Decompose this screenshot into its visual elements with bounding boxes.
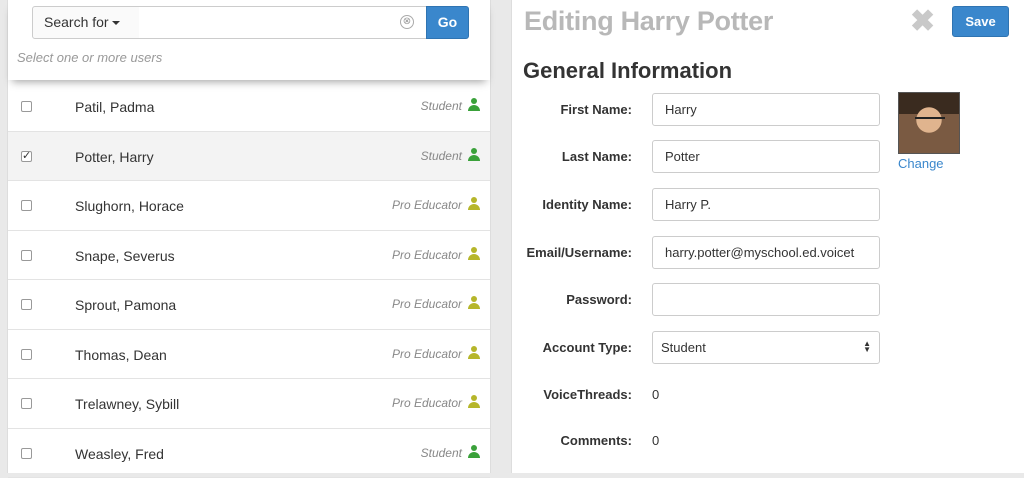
user-name: Slughorn, Horace [75,198,184,214]
select-arrows-icon: ▲▼ [863,341,871,353]
email-field[interactable]: harry.potter@myschool.ed.voicet [652,236,880,269]
last-name-field[interactable]: Potter [652,140,880,173]
user-role: Student [421,149,462,163]
user-name: Thomas, Dean [75,347,167,363]
change-avatar-link[interactable]: Change [898,156,944,171]
voicethreads-count: 0 [652,387,659,402]
account-type-value: Student [661,340,706,355]
go-button[interactable]: Go [426,6,469,39]
user-role: Pro Educator [392,396,462,410]
person-icon [468,98,480,112]
search-for-dropdown[interactable]: Search for [32,6,140,39]
person-icon [468,395,480,409]
user-role: Student [421,99,462,113]
user-checkbox[interactable] [21,398,32,409]
user-checkbox[interactable] [21,250,32,261]
comments-label: Comments: [560,433,632,448]
user-row[interactable]: Thomas, Dean Pro Educator [8,330,490,380]
user-list: Patil, Padma Student ✓ Potter, Harry Stu… [8,82,490,478]
user-role: Pro Educator [392,198,462,212]
identity-name-field[interactable]: Harry P. [652,188,880,221]
user-role: Student [421,446,462,460]
voicethreads-label: VoiceThreads: [543,387,632,402]
editor-panel: Editing Harry Potter ✖ Save General Info… [511,0,1024,473]
user-checkbox[interactable] [21,200,32,211]
account-type-label: Account Type: [543,340,632,355]
user-checkbox[interactable] [21,101,32,112]
avatar [898,92,960,154]
user-row[interactable]: ✓ Potter, Harry Student [8,132,490,182]
person-icon [468,148,480,162]
user-checkbox[interactable]: ✓ [21,151,32,162]
user-name: Sprout, Pamona [75,297,176,313]
email-label: Email/Username: [527,245,633,260]
user-row[interactable]: Patil, Padma Student [8,82,490,132]
user-row[interactable]: Snape, Severus Pro Educator [8,231,490,281]
account-type-select[interactable]: Student ▲▼ [652,331,880,364]
password-label: Password: [566,292,632,307]
user-row[interactable]: Weasley, Fred Student [8,429,490,478]
save-button[interactable]: Save [952,6,1009,37]
editor-title: Editing Harry Potter [524,6,773,37]
user-list-panel: Search for ⊗ Go Select one or more users… [7,0,491,473]
user-role: Pro Educator [392,347,462,361]
user-name: Potter, Harry [75,149,154,165]
user-name: Patil, Padma [75,99,154,115]
clear-search-icon[interactable]: ⊗ [400,15,414,29]
user-name: Weasley, Fred [75,446,164,462]
caret-down-icon [112,21,120,25]
user-row[interactable]: Sprout, Pamona Pro Educator [8,280,490,330]
user-name: Snape, Severus [75,248,175,264]
user-row[interactable]: Trelawney, Sybill Pro Educator [8,379,490,429]
user-checkbox[interactable] [21,349,32,360]
search-hint: Select one or more users [17,50,162,65]
password-field[interactable] [652,283,880,316]
comments-count: 0 [652,433,659,448]
user-checkbox[interactable] [21,299,32,310]
person-icon [468,445,480,459]
identity-name-label: Identity Name: [542,197,632,212]
user-row[interactable]: Slughorn, Horace Pro Educator [8,181,490,231]
person-icon [468,197,480,211]
close-icon[interactable]: ✖ [910,8,935,36]
person-icon [468,247,480,261]
first-name-label: First Name: [560,102,632,117]
person-icon [468,296,480,310]
search-input[interactable] [139,6,427,39]
last-name-label: Last Name: [562,149,632,164]
person-icon [468,346,480,360]
search-for-label: Search for [44,14,109,30]
user-role: Pro Educator [392,248,462,262]
first-name-field[interactable]: Harry [652,93,880,126]
section-title: General Information [523,58,732,84]
user-name: Trelawney, Sybill [75,396,179,412]
search-panel: Search for ⊗ Go Select one or more users [8,0,490,80]
user-role: Pro Educator [392,297,462,311]
user-checkbox[interactable] [21,448,32,459]
